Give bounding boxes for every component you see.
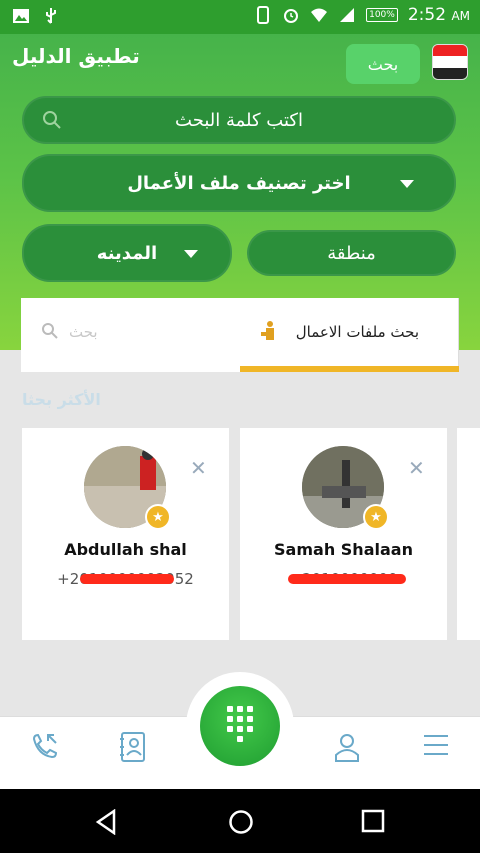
search-placeholder: اكتب كلمة البحث (175, 109, 303, 131)
dialpad-icon (227, 706, 253, 742)
tab-search-label: بحث (69, 323, 98, 341)
status-bar: 100% 2:52 AM (0, 0, 480, 34)
battery-indicator: 100% (366, 8, 398, 22)
clock: 2:52 AM (407, 5, 470, 25)
profile-card[interactable]: ★ ✕ Samah Shalaan +2010000000 (240, 428, 447, 640)
image-icon (13, 9, 29, 23)
contacts-book-icon[interactable] (118, 731, 148, 763)
signal-icon (340, 8, 355, 22)
profile-icon[interactable] (332, 731, 362, 763)
tab-search[interactable]: بحث (21, 298, 240, 372)
city-select[interactable]: المدينه (22, 224, 232, 282)
close-icon[interactable]: ✕ (408, 456, 425, 480)
tab-business-label: بحث ملفات الاعمال (295, 323, 419, 341)
wifi-icon (311, 8, 328, 22)
dropdown-arrow-icon (184, 250, 198, 258)
profile-card-partial[interactable] (457, 428, 480, 640)
app-title: تطبيق الدليل (12, 44, 140, 68)
egypt-flag-icon[interactable] (432, 44, 468, 80)
back-icon[interactable] (94, 809, 118, 835)
home-icon[interactable] (228, 809, 254, 835)
redaction-mark (288, 574, 406, 584)
most-searched-title: الأكثر بحثا (22, 390, 101, 409)
profile-name: Samah Shalaan (274, 540, 413, 559)
category-select[interactable]: اختر تصنيف ملف الأعمال (22, 154, 456, 212)
search-button[interactable]: بحث (346, 44, 420, 84)
search-input[interactable]: اكتب كلمة البحث (22, 96, 456, 144)
dropdown-arrow-icon (400, 180, 414, 188)
menu-icon[interactable] (422, 731, 450, 759)
star-badge-icon: ★ (145, 504, 171, 530)
profile-name: Abdullah shal (64, 540, 187, 559)
usb-icon (46, 8, 56, 24)
recents-icon[interactable] (361, 809, 385, 833)
region-label: منطقة (327, 242, 376, 264)
region-select[interactable]: منطقة (247, 230, 456, 276)
dialpad-button[interactable] (200, 686, 280, 766)
profile-card[interactable]: ★ ✕ Abdullah shal +2010000002052 (22, 428, 229, 640)
category-label: اختر تصنيف ملف الأعمال (127, 172, 351, 194)
call-log-icon[interactable] (30, 731, 60, 761)
phone-icon (257, 6, 270, 24)
redaction-mark (80, 574, 174, 584)
alarm-icon (284, 9, 299, 23)
system-navigation-bar (0, 789, 480, 853)
search-tabs: بحث بحث ملفات الاعمال (21, 298, 459, 372)
search-icon (43, 111, 61, 129)
close-icon[interactable]: ✕ (190, 456, 207, 480)
search-icon (42, 323, 58, 339)
worker-icon (261, 321, 274, 340)
tab-business-profiles[interactable]: بحث ملفات الاعمال (240, 298, 459, 372)
city-label: المدينه (96, 242, 158, 264)
star-badge-icon: ★ (363, 504, 389, 530)
